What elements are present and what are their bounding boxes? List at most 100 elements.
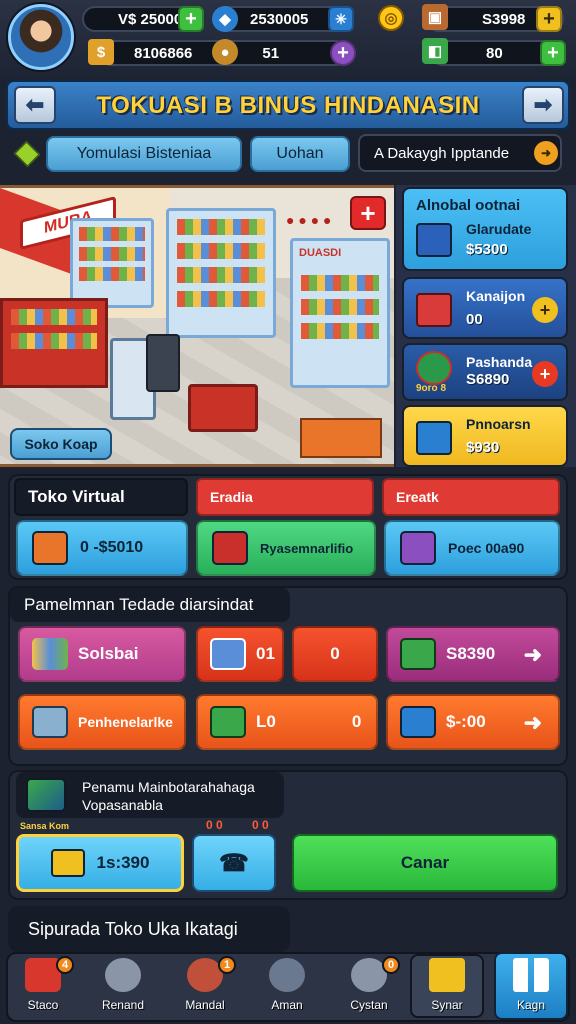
promo-buy-label: 1s:390 — [96, 853, 150, 872]
crate-icon — [32, 531, 68, 565]
nav-label: Mandal — [185, 998, 225, 1012]
card-glarudate[interactable]: Alnobal ootnai Glarudate $5300 — [402, 187, 568, 271]
scene-label: Soko Koap — [10, 428, 112, 460]
nav-label: Synar — [431, 998, 463, 1012]
box-icon — [416, 223, 452, 257]
card-value: S6890 — [466, 371, 510, 388]
exit-button[interactable]: ➡ — [522, 86, 564, 124]
item-label: $-:00 — [446, 712, 486, 731]
category-card-label: 0 -$5010 — [80, 539, 144, 556]
card-value: $930 — [466, 439, 500, 456]
coin-stack-icon: $ — [88, 39, 114, 65]
nav-mandal[interactable]: 1 Mandal — [174, 956, 236, 1020]
nav-badge: 1 — [218, 956, 236, 974]
arrow-right-icon: ➜ — [523, 642, 542, 667]
nav-kagn[interactable]: Kagn — [500, 956, 562, 1020]
crate-icon: ◧ — [422, 38, 448, 64]
coin-icon: ◎ — [378, 5, 404, 31]
produce-crates — [300, 418, 382, 458]
truck-icon — [400, 531, 436, 565]
card-value: $5300 — [466, 241, 508, 258]
tab-toko-virtual[interactable]: Toko Virtual — [14, 478, 188, 516]
card-name: Glarudate — [466, 221, 532, 237]
item-label: 01 — [256, 644, 275, 663]
card-small-label: 9oro 8 — [416, 383, 447, 394]
card-value: 00 — [466, 311, 483, 328]
shelf-left — [70, 218, 154, 308]
promo-buy-button[interactable]: 1s:390 — [16, 834, 184, 892]
tab-ereatk[interactable]: Ereatk — [382, 478, 560, 516]
card-name: Pnnoarsn — [466, 416, 531, 432]
player-avatar[interactable] — [8, 4, 74, 70]
gem-settings-button[interactable]: ✳ — [328, 6, 354, 32]
shelf-center — [166, 208, 276, 338]
item-cash[interactable]: S8390 ➜ — [386, 626, 560, 682]
item-count[interactable]: 0 — [292, 626, 378, 682]
coins-value: 8106866 — [134, 44, 193, 62]
promo-count-1: 0 0 — [206, 818, 223, 832]
item-label: Penhenelarlke — [78, 714, 173, 730]
item-tag[interactable]: L0 0 — [196, 694, 378, 750]
category-card-label: Ryasemnarlifio — [260, 540, 354, 556]
nav-badge: 4 — [56, 956, 74, 974]
item-box[interactable]: $-:00 ➜ — [386, 694, 560, 750]
promo-call-button[interactable]: ☎ — [192, 834, 276, 892]
nav-renand[interactable]: Renand — [92, 956, 154, 1020]
card-pashanda[interactable]: Pashanda S6890 9oro 8 + — [402, 343, 568, 401]
category-card-2[interactable]: Ryasemnarlifio — [196, 520, 376, 576]
card-add-badge[interactable]: + — [532, 297, 558, 323]
book-icon — [416, 293, 452, 327]
promo-confirm-button[interactable]: Canar — [292, 834, 558, 892]
arrow-right-icon: ➜ — [523, 710, 542, 735]
card-kanaijon[interactable]: Kanaijon 00 + — [402, 277, 568, 339]
potions-value: 51 — [262, 44, 280, 62]
upgrade-icon: ➜ — [534, 141, 558, 165]
exit-arrow-icon: ➡ — [533, 92, 553, 117]
nav-label: Renand — [101, 998, 145, 1012]
package-icon — [416, 421, 452, 455]
card-add-badge[interactable]: + — [532, 361, 558, 387]
promo-small-label: Sansa Kom — [20, 821, 70, 831]
gem-icon: ◆ — [212, 6, 238, 32]
add-money-button[interactable]: + — [178, 6, 204, 32]
price-tag-icon — [210, 706, 246, 738]
add-item-button[interactable]: + — [350, 196, 386, 230]
grid-icon — [513, 958, 549, 992]
add-boxes-button[interactable]: + — [536, 6, 562, 32]
gems-value: 2530005 — [250, 10, 309, 28]
stock-value: 80 — [486, 44, 503, 62]
category-card-1[interactable]: 0 -$5010 — [16, 520, 188, 576]
trash-bin — [146, 334, 180, 392]
item-solsbai[interactable]: Solsbai — [18, 626, 186, 682]
item-label: L0 — [256, 712, 276, 731]
category-card-3[interactable]: Poec 00a90 — [384, 520, 560, 576]
nav-label: Aman — [271, 998, 303, 1012]
tab-simulation[interactable]: Yomulasi Bisteniaa — [46, 136, 242, 172]
store-scene[interactable]: MURA DUASDI ● ● ● ● — [0, 185, 394, 467]
megaphone-icon — [50, 849, 85, 877]
nav-cystan[interactable]: 0 Cystan — [338, 956, 400, 1020]
ticket-icon — [429, 958, 465, 992]
item-register[interactable]: 01 — [196, 626, 284, 682]
nav-staco[interactable]: 4 Staco — [12, 956, 74, 1020]
cash-stack-icon — [400, 638, 436, 670]
tab-eradia[interactable]: Eradia — [196, 478, 374, 516]
nav-synar[interactable]: Synar — [416, 956, 478, 1020]
nav-aman[interactable]: Aman — [256, 956, 318, 1020]
add-potions-button[interactable]: + — [330, 40, 356, 66]
nav-label: Kagn — [516, 998, 546, 1012]
chest-icon: ▣ — [422, 4, 448, 30]
category-card-label: Poec 00a90 — [448, 540, 525, 556]
card-pnnoarsn[interactable]: Pnnoarsn $930 — [402, 405, 568, 467]
checkout-counter — [0, 298, 108, 388]
item-penhenelarlke[interactable]: Penhenelarlke — [18, 694, 186, 750]
add-stock-button[interactable]: + — [540, 40, 566, 66]
upgrade-button[interactable]: A Dakaygh Ipptande — [358, 134, 562, 172]
boxes-value: S3998 — [482, 10, 526, 28]
tab-other[interactable]: Uohan — [250, 136, 350, 172]
back-button[interactable]: ⬅ — [14, 86, 56, 124]
item-label: Solsbai — [78, 644, 139, 663]
arrow-left-icon: ⬅ — [25, 92, 45, 117]
item-label: S8390 — [446, 644, 496, 663]
gift-icon — [26, 778, 66, 812]
